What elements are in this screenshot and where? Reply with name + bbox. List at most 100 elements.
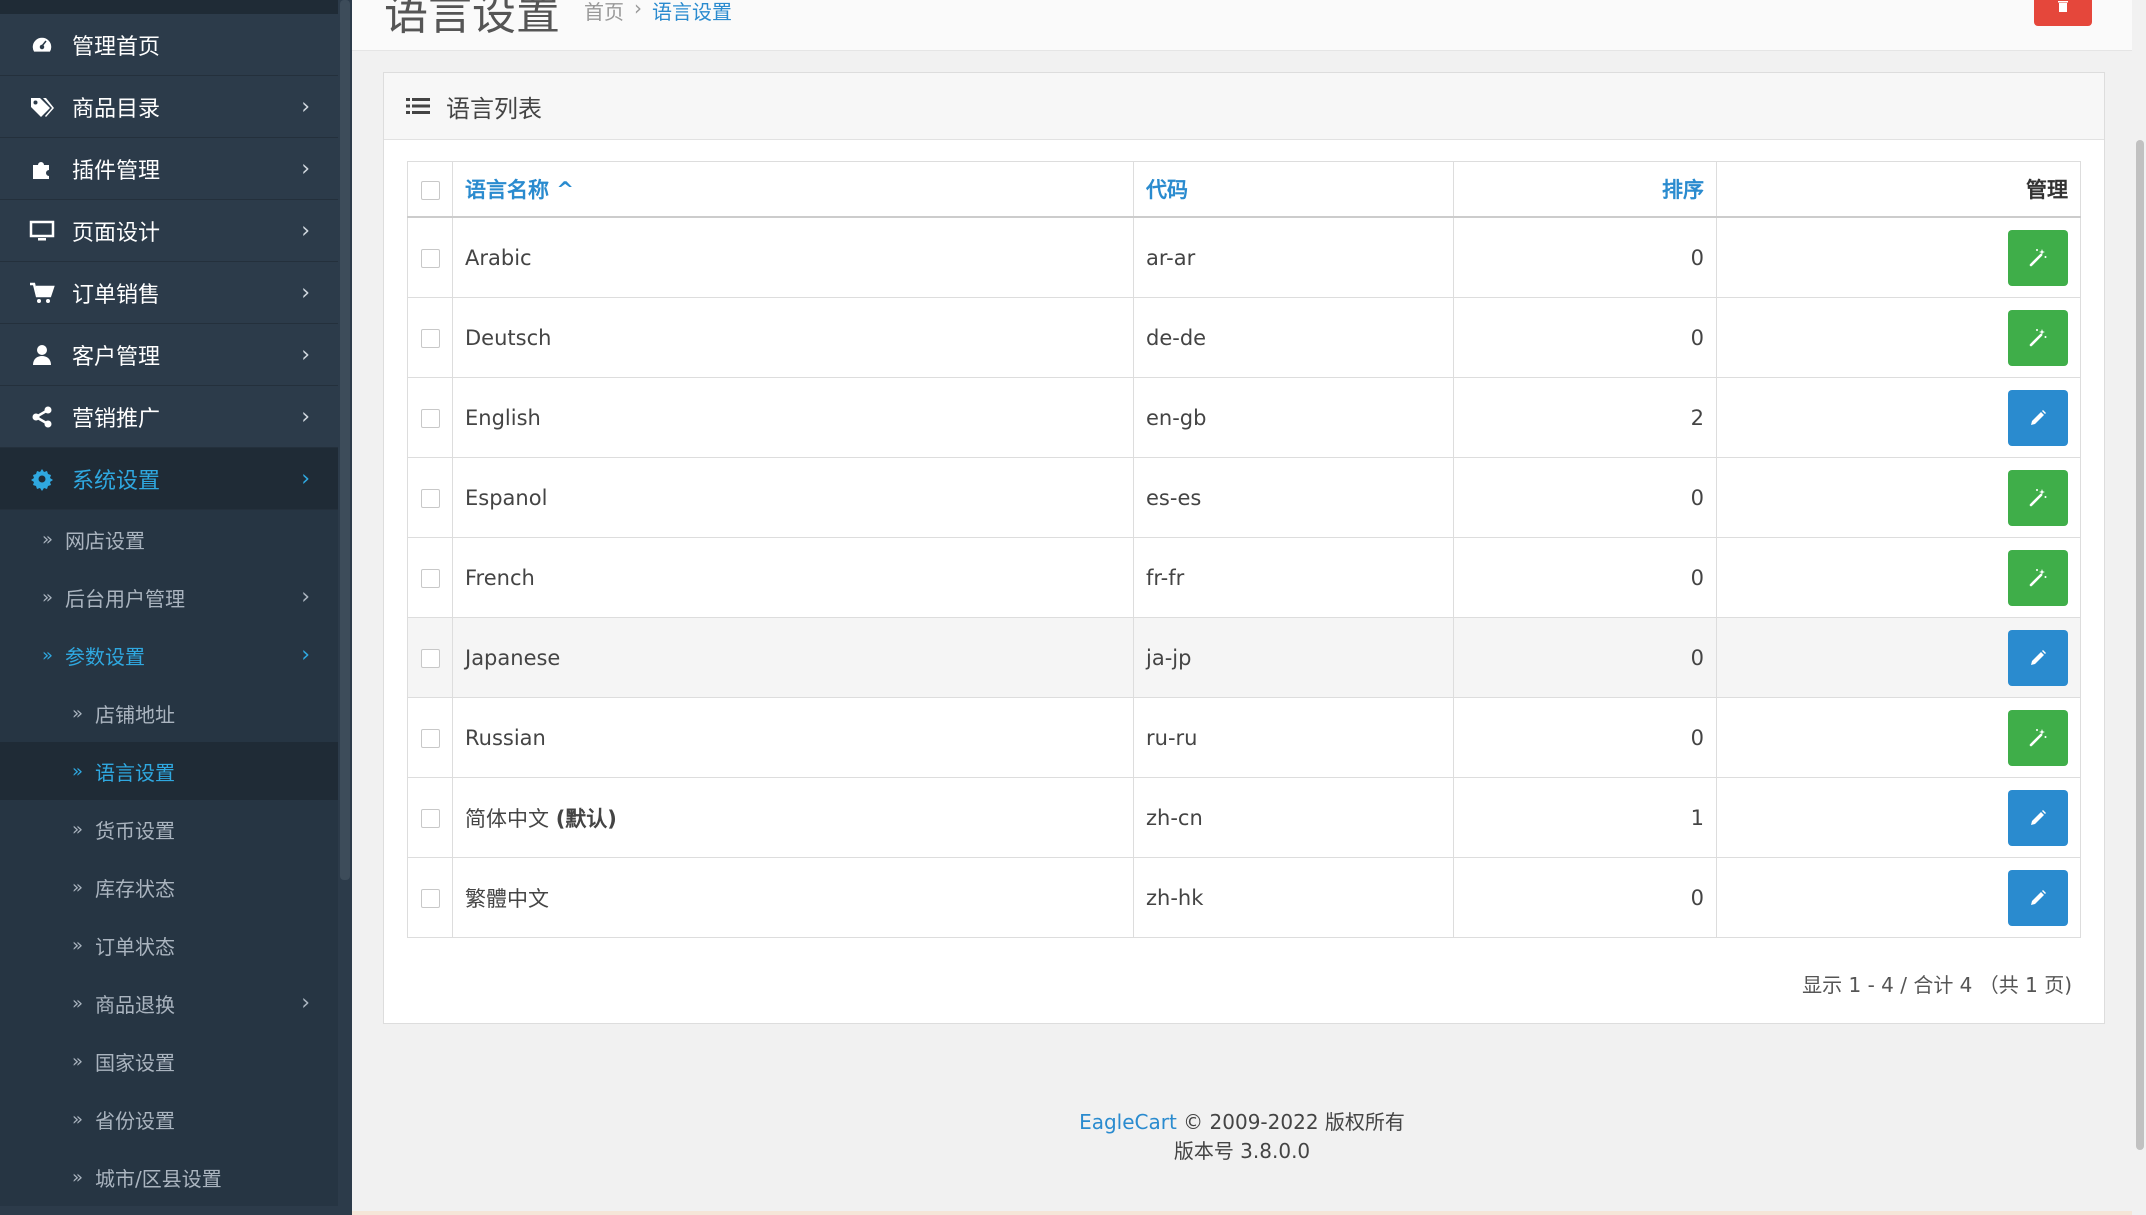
panel-title: 语言列表 — [446, 94, 542, 123]
row-checkbox[interactable] — [420, 489, 440, 508]
sidebar-subitem-currency-settings[interactable]: » 货币设置 — [0, 800, 338, 858]
install-button[interactable] — [2008, 469, 2068, 526]
footer-brand-link[interactable]: EagleCart — [1079, 1110, 1177, 1134]
sidebar: 管理首页 商品目录 › 插件管理 › 页面设计 › 订单销售 › 客户管理 › … — [0, 0, 338, 1215]
manage-cell — [1716, 297, 2081, 378]
language-list-panel: 语言列表 语言名称 ^ 代码 排序 管理 Arabic ar-ar 0 Deutsc… — [383, 72, 2105, 1024]
breadcrumb: 首页 › 语言设置 — [584, 0, 732, 25]
page-scrollbar-thumb[interactable] — [2136, 140, 2144, 1150]
sidebar-item-marketing[interactable]: 营销推广 › — [0, 386, 338, 448]
sidebar-subitem-store-settings[interactable]: » 网店设置 — [0, 510, 338, 568]
row-checkbox[interactable] — [420, 649, 440, 668]
edit-button[interactable] — [2008, 389, 2068, 446]
sidebar-subitem-province-settings[interactable]: » 省份设置 — [0, 1090, 338, 1148]
sort-order-cell: 0 — [1453, 617, 1717, 698]
cart-icon — [28, 281, 56, 305]
sidebar-subitem-label: 店铺地址 — [95, 702, 176, 727]
language-table: 语言名称 ^ 代码 排序 管理 Arabic ar-ar 0 Deutsch de-… — [407, 161, 2081, 938]
sidebar-subitem-stock-status[interactable]: » 库存状态 — [0, 858, 338, 916]
sidebar-subitem-order-status[interactable]: » 订单状态 — [0, 916, 338, 974]
sidebar-subitem-language-settings[interactable]: » 语言设置 — [0, 742, 338, 800]
row-checkbox[interactable] — [420, 329, 440, 348]
sort-order-cell: 0 — [1453, 697, 1717, 778]
row-select-cell — [407, 697, 453, 778]
sidebar-item-plugins[interactable]: 插件管理 › — [0, 138, 338, 200]
sidebar-subitem-parameters[interactable]: » 参数设置 › — [0, 626, 338, 684]
install-button[interactable] — [2008, 549, 2068, 606]
edit-button[interactable] — [2008, 789, 2068, 846]
monitor-icon — [28, 220, 56, 242]
sidebar-item-customers[interactable]: 客户管理 › — [0, 324, 338, 386]
row-checkbox[interactable] — [420, 569, 440, 588]
language-name-cell: 简体中文 (默认) — [452, 777, 1134, 858]
sidebar-subitem-admin-users[interactable]: » 后台用户管理 › — [0, 568, 338, 626]
language-name-cell: Russian — [452, 697, 1134, 778]
row-checkbox[interactable] — [420, 729, 440, 748]
row-checkbox[interactable] — [420, 809, 440, 828]
install-button[interactable] — [2008, 309, 2068, 366]
sidebar-subitem-returns[interactable]: » 商品退换 › — [0, 974, 338, 1032]
double-chevron-icon: » — [72, 876, 84, 898]
sort-order-cell: 0 — [1453, 297, 1717, 378]
double-chevron-icon: » — [72, 760, 84, 782]
row-checkbox[interactable] — [420, 409, 440, 428]
pencil-icon — [2028, 408, 2048, 428]
sidebar-scrollbar-thumb[interactable] — [340, 0, 350, 880]
install-button[interactable] — [2008, 229, 2068, 286]
sidebar-subitem-country-settings[interactable]: » 国家设置 — [0, 1032, 338, 1090]
sort-order-cell: 1 — [1453, 777, 1717, 858]
double-chevron-icon: » — [42, 528, 54, 550]
language-code-cell: ja-jp — [1133, 617, 1454, 698]
sidebar-item-orders[interactable]: 订单销售 › — [0, 262, 338, 324]
edit-button[interactable] — [2008, 629, 2068, 686]
manage-cell — [1716, 216, 2081, 298]
manage-cell — [1716, 537, 2081, 618]
sidebar-subitem-label: 库存状态 — [95, 876, 176, 901]
table-header-row: 语言名称 ^ 代码 排序 管理 — [407, 161, 2081, 218]
sidebar-item-dashboard[interactable]: 管理首页 — [0, 14, 338, 76]
chevron-right-icon: › — [301, 156, 310, 181]
install-button[interactable] — [2008, 709, 2068, 766]
manage-cell — [1716, 697, 2081, 778]
table-row: Espanol es-es 0 — [407, 457, 2081, 538]
delete-button[interactable] — [2034, 0, 2092, 26]
row-select-cell — [407, 617, 453, 698]
edit-button[interactable] — [2008, 869, 2068, 926]
double-chevron-icon: » — [42, 586, 54, 608]
column-header-sort-order[interactable]: 排序 — [1453, 161, 1717, 218]
list-icon — [406, 96, 430, 116]
table-body: Arabic ar-ar 0 Deutsch de-de 0 English en-gb… — [407, 216, 2081, 938]
sort-order-cell: 0 — [1453, 216, 1717, 298]
panel-heading: 语言列表 — [384, 73, 2104, 140]
breadcrumb-home[interactable]: 首页 — [584, 0, 624, 25]
breadcrumb-current: 语言设置 — [652, 0, 732, 24]
footer: EagleCart © 2009-2022 版权所有 版本号 3.8.0.0 — [352, 1108, 2132, 1166]
language-code-cell: ru-ru — [1133, 697, 1454, 778]
pencil-icon — [2028, 648, 2048, 668]
breadcrumb-separator: › — [634, 0, 642, 20]
sidebar-subitem-city-settings[interactable]: » 城市/区县设置 — [0, 1148, 338, 1206]
chevron-right-icon: › — [301, 642, 310, 668]
select-all-checkbox[interactable] — [420, 180, 440, 200]
sort-order-cell: 0 — [1453, 857, 1717, 938]
chevron-right-icon: › — [301, 466, 310, 491]
row-checkbox[interactable] — [420, 889, 440, 908]
row-select-cell — [407, 777, 453, 858]
sidebar-item-page-design[interactable]: 页面设计 › — [0, 200, 338, 262]
sidebar-item-label: 订单销售 — [72, 282, 161, 308]
column-header-name[interactable]: 语言名称 ^ — [452, 161, 1134, 218]
pencil-icon — [2028, 888, 2048, 908]
chevron-right-icon: › — [301, 218, 310, 243]
column-header-code[interactable]: 代码 — [1133, 161, 1454, 218]
sidebar-item-catalog[interactable]: 商品目录 › — [0, 76, 338, 138]
double-chevron-icon: » — [72, 1166, 84, 1188]
gear-icon — [28, 467, 56, 491]
sidebar-scrollbar[interactable] — [338, 0, 352, 1215]
column-header-name-label: 语言名称 — [465, 178, 549, 202]
tags-icon — [28, 96, 56, 118]
sidebar-subitem-store-address[interactable]: » 店铺地址 — [0, 684, 338, 742]
sidebar-submenu: » 网店设置 » 后台用户管理 › » 参数设置 › » 店铺地址 » 语言设置 — [0, 510, 338, 1206]
page-scrollbar[interactable] — [2134, 0, 2146, 1215]
row-checkbox[interactable] — [420, 249, 440, 268]
sidebar-item-system-settings[interactable]: 系统设置 › — [0, 448, 338, 510]
